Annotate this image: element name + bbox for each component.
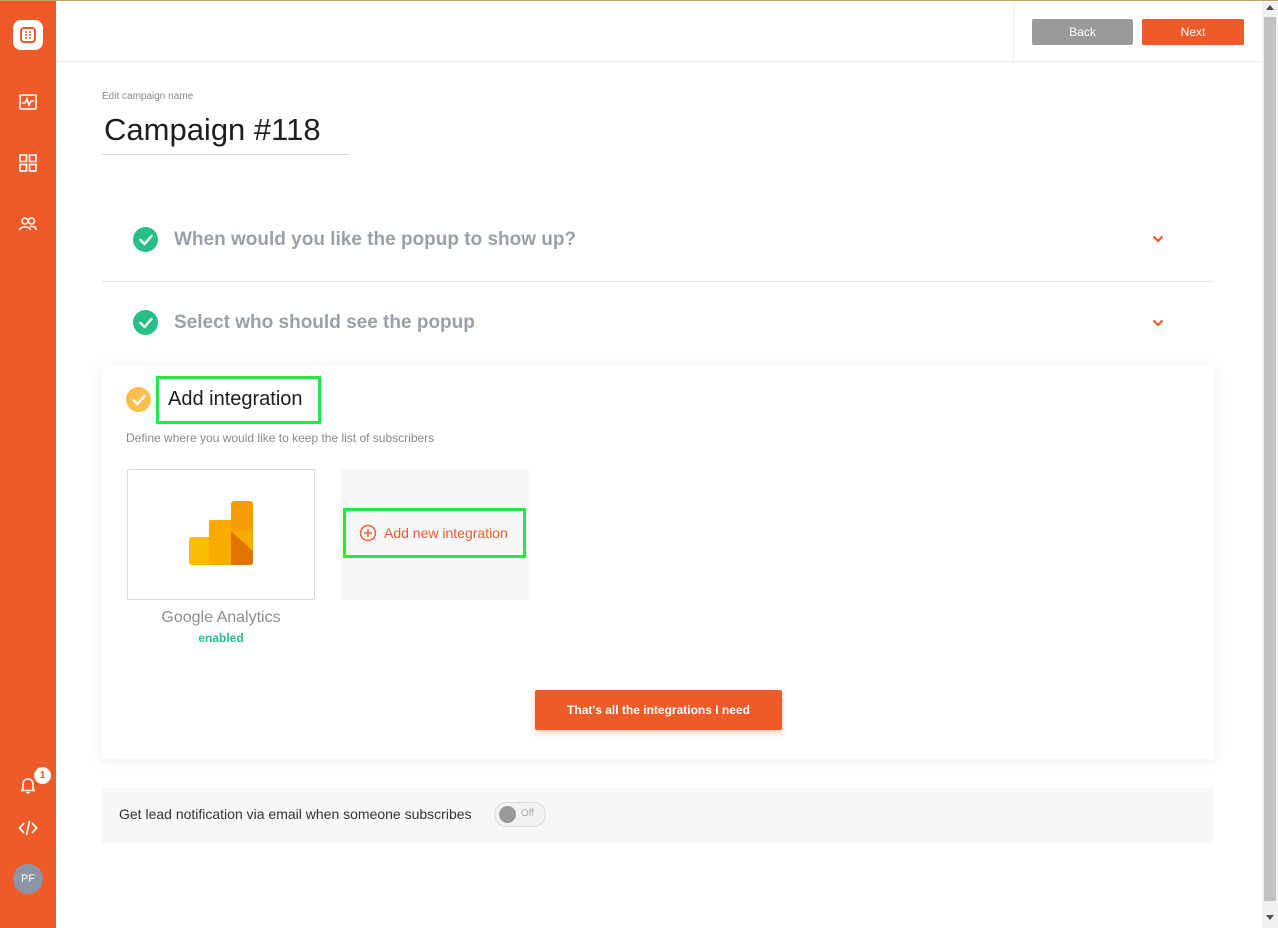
activity-icon <box>19 94 37 110</box>
sidebar-item-dashboard[interactable] <box>0 143 56 183</box>
step-title: Select who should see the popup <box>174 312 475 333</box>
chevron-down-icon[interactable] <box>1152 235 1164 243</box>
scroll-thumb[interactable] <box>1264 17 1276 901</box>
add-new-integration-label: Add new integration <box>384 525 508 541</box>
done-integrations-button[interactable]: That's all the integrations I need <box>535 690 782 730</box>
notification-badge: 1 <box>34 767 51 784</box>
integration-title: Add integration <box>156 376 321 424</box>
chevron-down-icon[interactable] <box>1152 319 1164 327</box>
scroll-down-arrow[interactable] <box>1266 915 1274 920</box>
lead-notification-toggle[interactable]: Off <box>494 802 546 827</box>
window-top-border <box>0 0 1278 1</box>
top-bar: Back Next <box>56 1 1262 62</box>
check-circle-icon <box>133 227 158 252</box>
add-integration-card: Add new integration <box>341 469 529 600</box>
toggle-state-label: Off <box>521 808 535 819</box>
plus-circle-icon <box>359 524 377 542</box>
integration-subtitle: Define where you would like to keep the … <box>126 431 435 445</box>
sidebar-item-code[interactable] <box>0 808 56 848</box>
toggle-knob <box>499 806 516 823</box>
logo-icon[interactable] <box>13 20 43 50</box>
check-circle-icon <box>133 310 158 335</box>
google-analytics-icon <box>189 501 253 565</box>
integration-card-name: Google Analytics <box>161 609 281 626</box>
step-popup-timing[interactable]: When would you like the popup to show up… <box>102 200 1214 282</box>
code-icon <box>18 820 38 836</box>
sidebar-item-users[interactable] <box>0 204 56 244</box>
google-analytics-card[interactable] <box>127 469 315 600</box>
step-audience[interactable]: Select who should see the popup <box>102 282 1214 364</box>
lead-notification-bar: Get lead notification via email when som… <box>102 787 1214 843</box>
pending-check-icon <box>126 387 151 412</box>
sidebar: 1 PF <box>0 0 56 928</box>
lead-notification-label: Get lead notification via email when som… <box>119 806 472 822</box>
avatar[interactable]: PF <box>13 864 43 894</box>
add-new-integration-button[interactable]: Add new integration <box>343 508 526 558</box>
topbar-divider <box>1013 1 1014 61</box>
campaign-name-input[interactable] <box>102 106 349 155</box>
users-icon <box>18 217 38 231</box>
back-button[interactable]: Back <box>1032 19 1133 45</box>
next-button[interactable]: Next <box>1142 19 1244 45</box>
step-title: When would you like the popup to show up… <box>174 229 577 250</box>
page-scrollbar[interactable] <box>1262 0 1278 928</box>
scroll-up-arrow[interactable] <box>1266 5 1274 10</box>
integration-card-status: enabled <box>198 631 244 645</box>
campaign-name-label: Edit campaign name <box>102 91 194 102</box>
sidebar-item-activity[interactable] <box>0 82 56 122</box>
integration-panel: Add integration Define where you would l… <box>102 365 1214 759</box>
dashboard-icon <box>19 154 37 172</box>
